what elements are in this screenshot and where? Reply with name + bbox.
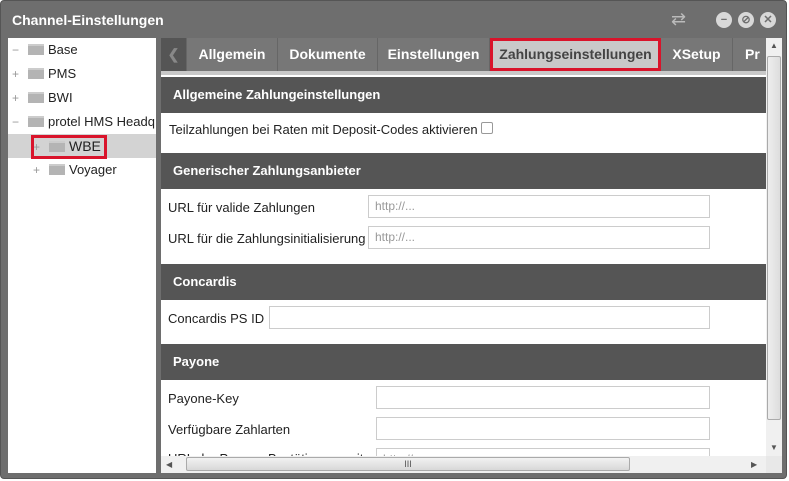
- scroll-corner: [766, 456, 782, 473]
- payment-methods-input[interactable]: [376, 417, 710, 440]
- swap-icon[interactable]: ⇄: [671, 9, 686, 30]
- payone-key-input[interactable]: [376, 386, 710, 409]
- tree-item-base[interactable]: − Base: [12, 38, 78, 62]
- tree-item-label: Base: [48, 42, 78, 57]
- minimize-icon[interactable]: −: [716, 12, 732, 28]
- tree-item-voyager[interactable]: + Voyager: [33, 158, 117, 182]
- scroll-up-icon[interactable]: ▲: [770, 41, 778, 50]
- window-title: Channel-Einstellungen: [12, 12, 164, 28]
- tab-einstellungen[interactable]: Einstellungen: [378, 38, 490, 71]
- channel-settings-window: Channel-Einstellungen ⇄ − ⊘ ✕ − Base + PMS…: [0, 0, 787, 479]
- section-header-payone: Payone: [161, 344, 766, 380]
- settings-panel: ❮ Allgemein Dokumente Einstellungen Zahl…: [161, 38, 782, 473]
- tab-underline: [161, 71, 766, 75]
- tab-bar: ❮ Allgemein Dokumente Einstellungen Zahl…: [161, 38, 766, 71]
- scroll-left-icon[interactable]: ◀: [166, 460, 172, 469]
- expand-icon[interactable]: +: [12, 86, 24, 110]
- concardis-ps-id-input[interactable]: [269, 306, 710, 329]
- tab-scroll-left[interactable]: ❮: [161, 38, 187, 71]
- tree-item-protel-hms[interactable]: − protel HMS Headq: [12, 110, 155, 134]
- scroll-down-icon[interactable]: ▼: [770, 443, 778, 452]
- tree-item-label: PMS: [48, 66, 76, 81]
- channel-tree: −Base +PMS +BWI −protel HMS Headq +WBE +…: [8, 38, 156, 473]
- tab-dokumente[interactable]: Dokumente: [278, 38, 378, 71]
- tree-item-bwi[interactable]: + BWI: [12, 86, 73, 110]
- horizontal-scroll-thumb[interactable]: III: [186, 457, 630, 471]
- folder-icon: [28, 92, 44, 103]
- tab-pr[interactable]: Pr: [733, 38, 766, 71]
- tab-zahlungseinstellungen[interactable]: Zahlungseinstellungen: [490, 38, 661, 71]
- vertical-scrollbar[interactable]: ▲ ▼: [766, 38, 782, 456]
- folder-icon: [28, 44, 44, 55]
- tree-item-label: BWI: [48, 90, 73, 105]
- concardis-ps-id-label: Concardis PS ID: [168, 311, 264, 326]
- payment-methods-label: Verfügbare Zahlarten: [168, 422, 290, 437]
- tree-item-label: protel HMS Headq: [48, 114, 155, 129]
- url-valid-input[interactable]: http://...: [368, 195, 710, 218]
- tab-xsetup[interactable]: XSetup: [661, 38, 733, 71]
- partial-payments-label: Teilzahlungen bei Raten mit Deposit-Code…: [169, 122, 478, 137]
- tree-item-pms[interactable]: + PMS: [12, 62, 76, 86]
- folder-icon: [49, 164, 65, 175]
- collapse-icon[interactable]: −: [12, 38, 24, 62]
- close-icon[interactable]: ✕: [760, 12, 776, 28]
- payone-key-label: Payone-Key: [168, 391, 239, 406]
- folder-icon: [28, 116, 44, 127]
- collapse-icon[interactable]: −: [12, 110, 24, 134]
- section-header-generic: Generischer Zahlungsanbieter: [161, 153, 766, 189]
- vertical-scroll-thumb[interactable]: [767, 56, 781, 420]
- scroll-right-icon[interactable]: ▶: [751, 460, 757, 469]
- highlight-box: [31, 135, 107, 159]
- url-valid-label: URL für valide Zahlungen: [168, 200, 315, 215]
- tree-item-label: Voyager: [69, 162, 117, 177]
- partial-payments-checkbox[interactable]: [481, 122, 493, 134]
- horizontal-scrollbar[interactable]: ◀ III ▶: [161, 456, 766, 473]
- expand-icon[interactable]: +: [12, 62, 24, 86]
- maximize-icon[interactable]: ⊘: [738, 12, 754, 28]
- url-init-input[interactable]: http://...: [368, 226, 710, 249]
- section-header-general: Allgemeine Zahlungeinstellungen: [161, 77, 766, 113]
- url-init-label: URL für die Zahlungsinitialisierung: [168, 231, 366, 246]
- expand-icon[interactable]: +: [33, 158, 45, 182]
- tab-allgemein[interactable]: Allgemein: [187, 38, 278, 71]
- folder-icon: [28, 68, 44, 79]
- section-header-concardis: Concardis: [161, 264, 766, 300]
